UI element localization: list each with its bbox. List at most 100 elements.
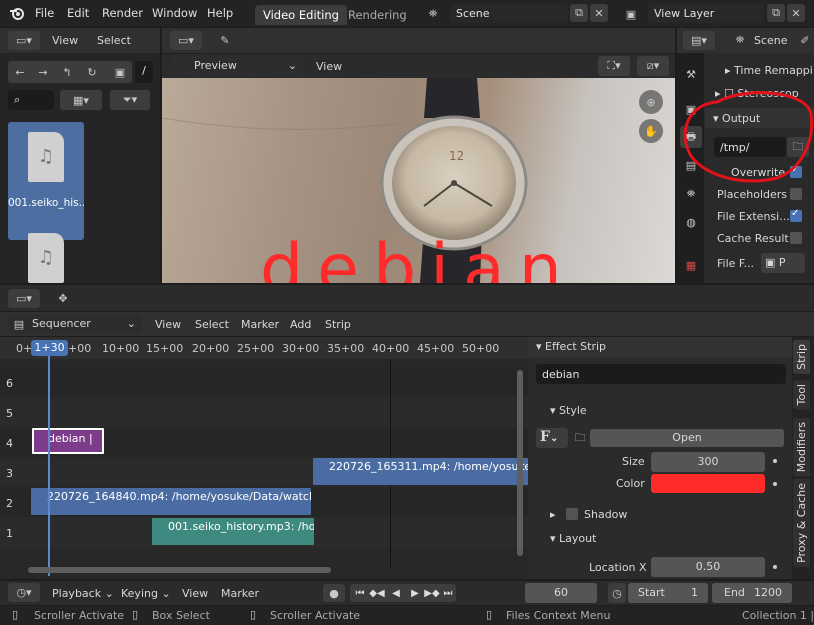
back-arrow-icon[interactable]: ←	[10, 63, 30, 81]
zoom-icon[interactable]: ⊕	[639, 90, 663, 114]
tab-modifiers[interactable]: Modifiers	[793, 418, 810, 477]
movie-strip-a[interactable]: 220726_165311.mp4: /home/yosuke	[313, 458, 528, 485]
prev-keyframe-icon[interactable]: ◆◀	[369, 585, 385, 601]
editor-type-icon[interactable]: ▭▾	[8, 31, 40, 50]
file-extensions-checkbox[interactable]	[790, 208, 802, 222]
preview-view-menu[interactable]: View	[316, 60, 342, 73]
folder-icon[interactable]: 🗀	[570, 428, 590, 448]
timeline-menu-keying[interactable]: Keying ⌄	[121, 587, 171, 600]
new-scene-icon[interactable]: ⧉	[570, 4, 588, 22]
timeline-editor-type-icon[interactable]: ◷▾	[8, 583, 40, 602]
sequencer-editor-type-icon[interactable]: ▭▾	[8, 289, 40, 308]
tab-proxy-cache[interactable]: Proxy & Cache	[793, 479, 810, 567]
world-tab-icon[interactable]: ◍	[682, 213, 700, 231]
open-font-button[interactable]: Open	[590, 429, 784, 447]
sound-strip[interactable]: 001.seiko_history.mp3: /ho	[152, 518, 314, 545]
clock-icon[interactable]: ◷	[608, 583, 626, 603]
current-frame-field[interactable]: 60	[525, 583, 597, 603]
menu-edit[interactable]: Edit	[67, 6, 89, 20]
play-reverse-icon[interactable]: ◀	[388, 585, 404, 601]
keyframe-dot[interactable]	[773, 565, 777, 569]
record-icon[interactable]: ●	[323, 584, 345, 602]
jump-end-icon[interactable]: ⏭	[440, 585, 456, 601]
pan-hand-icon[interactable]: ✋	[639, 119, 663, 143]
sound-file-icon-2[interactable]: ♫	[28, 233, 64, 283]
menu-render[interactable]: Render	[102, 6, 143, 20]
jump-start-icon[interactable]: ⏮	[352, 585, 368, 601]
strip-name-field[interactable]: debian	[536, 364, 786, 384]
preview-mode-dropdown[interactable]: Preview ⌄	[170, 56, 303, 76]
horizontal-scrollbar[interactable]	[28, 567, 331, 573]
keyframe-dot[interactable]	[773, 459, 777, 463]
view-layer-field[interactable]: View Layer	[648, 4, 764, 23]
timeline-menu-view[interactable]: View	[182, 587, 208, 600]
layout-section[interactable]: ▾ Layout	[550, 532, 596, 545]
font-selector[interactable]: F⌄	[536, 428, 568, 448]
transform-gizmo-icon[interactable]: ✥	[52, 289, 74, 308]
play-icon[interactable]: ▶	[407, 585, 423, 601]
path-field[interactable]: /	[135, 61, 153, 83]
overlay-icon[interactable]: ⛶▾	[598, 56, 630, 76]
eyedropper-icon[interactable]: ✎	[214, 31, 236, 50]
scene-name-field[interactable]: Scene	[450, 4, 568, 23]
time-remap-panel[interactable]: ▸ Time Remappi	[725, 64, 813, 77]
preview-editor-type-icon[interactable]: ▭▾	[170, 31, 202, 50]
filter-icon[interactable]: ⏷▾	[110, 90, 150, 110]
pin-icon[interactable]: ✐	[797, 32, 813, 48]
seq-menu-select[interactable]: Select	[195, 318, 229, 331]
keyframe-dot[interactable]	[773, 482, 777, 486]
scene-selector-icon[interactable]: ⛯	[420, 5, 446, 23]
tool-tab-icon[interactable]: ⚒	[682, 65, 700, 83]
seq-menu-add[interactable]: Add	[290, 318, 311, 331]
refresh-icon[interactable]: ↻	[82, 63, 102, 81]
timeline-menu-marker[interactable]: Marker	[221, 587, 259, 600]
vertical-scrollbar[interactable]	[517, 370, 523, 556]
text-strip[interactable]: debian |	[32, 428, 104, 454]
sequencer-timeline[interactable]: 0+ 1+30 +00 10+00 15+00 20+00 25+00 30+0…	[0, 337, 528, 579]
menu-file[interactable]: File	[35, 6, 54, 20]
file-item-selected[interactable]: ♫ 001.seiko_his...	[8, 122, 84, 240]
shadow-checkbox[interactable]	[566, 508, 578, 520]
forward-arrow-icon[interactable]: →	[33, 63, 53, 81]
blender-logo-icon[interactable]	[8, 4, 26, 22]
timeline-menu-playback[interactable]: Playback ⌄	[52, 587, 114, 600]
file-menu-select[interactable]: Select	[97, 34, 131, 47]
playhead-line[interactable]	[48, 356, 50, 576]
start-frame-field[interactable]: Start 1	[628, 583, 708, 603]
new-view-layer-icon[interactable]: ⧉	[767, 4, 785, 22]
location-x-field[interactable]: 0.50	[651, 557, 765, 577]
seq-menu-view[interactable]: View	[155, 318, 181, 331]
seq-menu-marker[interactable]: Marker	[241, 318, 279, 331]
sequencer-mode-dropdown[interactable]: Sequencer ⌄	[8, 314, 142, 334]
menu-window[interactable]: Window	[152, 6, 197, 20]
style-section[interactable]: ▾ Style	[550, 404, 587, 417]
shadow-expand-icon[interactable]: ▸	[550, 508, 556, 521]
file-menu-view[interactable]: View	[52, 34, 78, 47]
color-swatch[interactable]	[651, 474, 765, 493]
menu-help[interactable]: Help	[207, 6, 233, 20]
view-layer-icon[interactable]: ▣	[618, 5, 644, 23]
status-item: Scroller Activate	[34, 609, 125, 622]
tab-strip[interactable]: Strip	[793, 340, 810, 374]
cache-result-checkbox[interactable]	[790, 232, 802, 244]
current-frame-indicator[interactable]: 1+30	[31, 340, 68, 356]
seq-menu-strip[interactable]: Strip	[325, 318, 351, 331]
next-keyframe-icon[interactable]: ▶◆	[424, 585, 440, 601]
delete-scene-icon[interactable]: ✕	[590, 4, 608, 22]
gizmo-icon[interactable]: ⧄▾	[637, 56, 669, 76]
new-folder-icon[interactable]: ▣	[110, 63, 130, 81]
movie-strip-b[interactable]: 220726_164840.mp4: /home/yosuke/Data/wat…	[31, 488, 311, 515]
delete-view-layer-icon[interactable]: ✕	[787, 4, 805, 22]
end-frame-field[interactable]: End 1200	[712, 583, 792, 603]
size-field[interactable]: 300	[651, 452, 765, 472]
search-input[interactable]: ⌕	[8, 90, 54, 110]
effect-strip-panel-header[interactable]: ▾ Effect Strip	[528, 337, 792, 357]
parent-dir-icon[interactable]: ↰	[57, 63, 77, 81]
tab-rendering[interactable]: Rendering	[340, 5, 415, 25]
texture-tab-icon[interactable]: ▦	[682, 256, 700, 274]
properties-editor-type-icon[interactable]: ▤▾	[683, 31, 715, 50]
tab-tool[interactable]: Tool	[793, 380, 810, 410]
file-format-dropdown[interactable]: ▣ P	[761, 253, 805, 273]
tab-video-editing[interactable]: Video Editing	[255, 5, 347, 25]
display-mode-icon[interactable]: ▦▾	[60, 90, 102, 110]
